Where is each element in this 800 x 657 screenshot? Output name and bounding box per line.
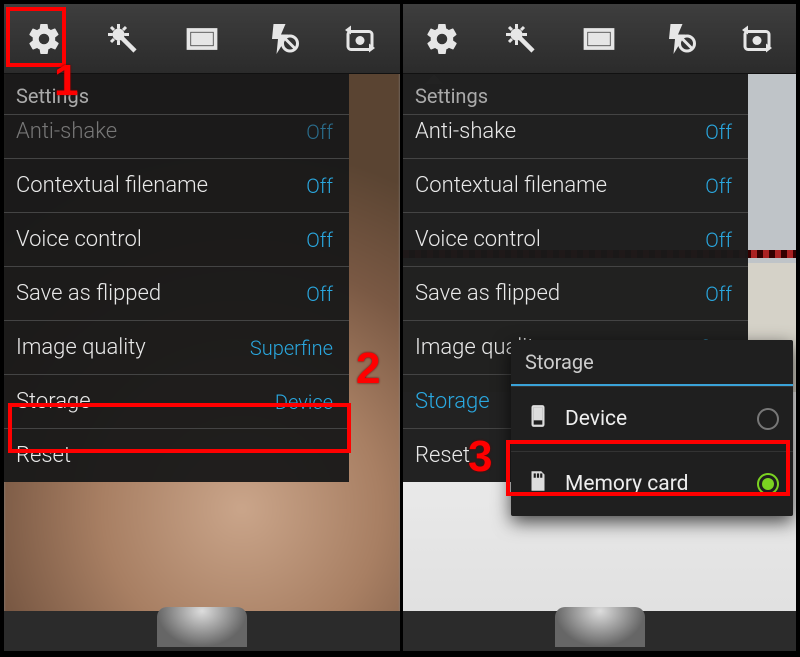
frame-icon[interactable]: [181, 18, 223, 60]
value: Superfine: [250, 336, 333, 360]
camera-toolbar: [403, 4, 796, 74]
label: Save as flipped: [415, 281, 560, 306]
label: Contextual filename: [415, 173, 607, 198]
camera-toolbar: [4, 4, 400, 74]
value: Off: [306, 120, 333, 144]
settings-title: Settings: [403, 74, 748, 114]
row-storage[interactable]: Storage Device: [4, 374, 349, 428]
gear-icon[interactable]: [23, 18, 65, 60]
sd-card-icon: [525, 468, 551, 500]
row-anti-shake[interactable]: Anti-shake Off: [403, 114, 748, 158]
camera-bottombar: [4, 611, 400, 651]
label: Storage: [16, 389, 91, 414]
radio-off-icon: [757, 408, 779, 430]
label: Voice control: [415, 227, 541, 252]
value: Off: [705, 282, 732, 306]
right-panel: Settings Anti-shake Off Contextual filen…: [400, 4, 796, 651]
storage-dialog: Storage Device Memory card: [511, 340, 793, 516]
value: Device: [275, 390, 333, 414]
value: Off: [306, 174, 333, 198]
settings-title: Settings: [4, 74, 349, 114]
row-contextual-filename[interactable]: Contextual filename Off: [4, 158, 349, 212]
shutter-button[interactable]: [157, 607, 247, 647]
option-label: Device: [565, 407, 627, 431]
left-panel: Settings Anti-shake Off Contextual filen…: [4, 4, 400, 651]
row-voice-control[interactable]: Voice control Off: [4, 212, 349, 266]
row-save-as-flipped[interactable]: Save as flipped Off: [4, 266, 349, 320]
switch-camera-icon[interactable]: [339, 18, 381, 60]
tutorial-two-panel: Settings Anti-shake Off Contextual filen…: [2, 2, 798, 653]
row-voice-control[interactable]: Voice control Off: [403, 212, 748, 266]
settings-panel: Settings Anti-shake Off Contextual filen…: [4, 74, 349, 482]
row-image-quality[interactable]: Image quality Superfine: [4, 320, 349, 374]
label: Contextual filename: [16, 173, 208, 198]
option-memory-card[interactable]: Memory card: [511, 451, 793, 516]
flash-off-icon[interactable]: [657, 18, 699, 60]
value: Off: [705, 228, 732, 252]
row-save-as-flipped[interactable]: Save as flipped Off: [403, 266, 748, 320]
row-contextual-filename[interactable]: Contextual filename Off: [403, 158, 748, 212]
switch-camera-icon[interactable]: [736, 18, 778, 60]
camera-bottombar: [403, 611, 796, 651]
dialog-title: Storage: [511, 340, 793, 386]
value: Off: [705, 120, 732, 144]
label: Anti-shake: [16, 119, 117, 144]
frame-icon[interactable]: [578, 18, 620, 60]
radio-on-icon: [757, 473, 779, 495]
label: Voice control: [16, 227, 142, 252]
brightness-wand-icon[interactable]: [500, 18, 542, 60]
flash-off-icon[interactable]: [260, 18, 302, 60]
gear-icon[interactable]: [421, 18, 463, 60]
label: Save as flipped: [16, 281, 161, 306]
device-icon: [525, 403, 551, 435]
option-label: Memory card: [565, 472, 689, 496]
value: Off: [306, 282, 333, 306]
value: Off: [306, 228, 333, 252]
label: Reset: [16, 443, 71, 468]
brightness-wand-icon[interactable]: [102, 18, 144, 60]
label: Storage: [415, 389, 490, 414]
row-reset[interactable]: Reset: [4, 428, 349, 482]
option-device[interactable]: Device: [511, 386, 793, 451]
label: Anti-shake: [415, 119, 516, 144]
value: Off: [705, 174, 732, 198]
toolbar-caret-icon: [425, 74, 443, 84]
shutter-button[interactable]: [555, 607, 645, 647]
label: Image quality: [16, 335, 146, 360]
label: Reset: [415, 443, 470, 468]
row-anti-shake[interactable]: Anti-shake Off: [4, 114, 349, 158]
